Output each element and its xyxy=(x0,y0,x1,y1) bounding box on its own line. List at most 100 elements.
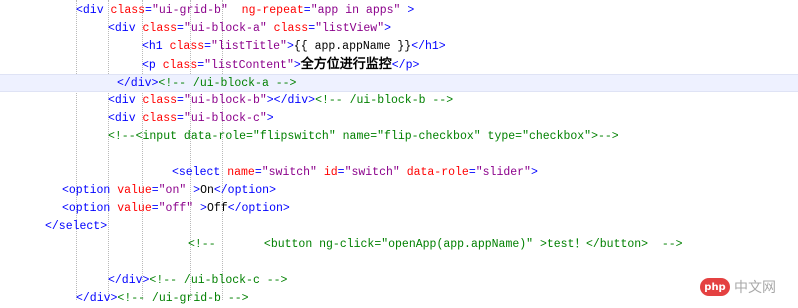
token-tag: = xyxy=(151,184,159,197)
token-attr: name xyxy=(227,166,255,179)
token-attr: class xyxy=(273,22,309,35)
token-attr: class xyxy=(162,59,198,72)
token-cmt: <!-- /ui-block-a --> xyxy=(158,77,297,90)
code-line-4[interactable]: <p class="listContent">全方位进行监控</p> xyxy=(0,56,798,74)
code-line-15[interactable] xyxy=(0,254,798,272)
code-line-16[interactable]: </div><!-- /ui-block-c --> xyxy=(0,272,798,290)
code-line-1[interactable]: <div class="ui-grid-b" ng-repeat="app in… xyxy=(0,2,798,20)
token-tag xyxy=(317,166,324,179)
token-cmt: <!--<input data-role="flipswitch" name="… xyxy=(108,130,619,143)
token-tag: </div> xyxy=(108,274,150,287)
code-text: </div><!-- /ui-block-a --> xyxy=(117,75,296,93)
token-tag: <p xyxy=(142,59,163,72)
token-tag: > xyxy=(193,202,207,215)
token-val: "app in apps" xyxy=(310,4,401,17)
code-line-14[interactable]: <!-- <button ng-click="openApp(app.appNa… xyxy=(0,236,798,254)
token-tag: </h1> xyxy=(411,40,446,53)
token-tag xyxy=(400,166,407,179)
code-line-17[interactable]: </div><!-- /ui-grid-b --> xyxy=(0,290,798,308)
token-tag: </div> xyxy=(117,77,159,90)
token-cmt: <!-- <button ng-click="openApp(app.appNa… xyxy=(188,238,683,251)
token-val: "ui-block-a" xyxy=(183,22,267,35)
token-tag: > xyxy=(286,40,294,53)
token-tag: > xyxy=(384,22,392,35)
token-tag: > xyxy=(186,184,201,197)
code-text: </div><!-- /ui-block-c --> xyxy=(108,272,287,290)
code-line-5-current[interactable]: </div><!-- /ui-block-a --> xyxy=(0,74,798,92)
token-cn: 全方位进行监控 xyxy=(300,57,392,72)
token-tag: </option> xyxy=(213,184,276,197)
token-tag: ></div> xyxy=(266,94,316,107)
token-attr: class xyxy=(142,94,178,107)
token-tag: <option xyxy=(62,202,118,215)
watermark: php 中文网 xyxy=(700,276,792,298)
token-tag: <h1 xyxy=(142,40,170,53)
code-text: <select name="switch" id="switch" data-r… xyxy=(172,164,538,182)
code-line-11[interactable]: <option value="on" >On</option> xyxy=(0,182,798,200)
token-tag: = xyxy=(303,4,311,17)
code-editor[interactable]: <div class="ui-grid-b" ng-repeat="app in… xyxy=(0,0,798,305)
token-attr: class xyxy=(142,112,178,125)
token-cmt: <!-- /ui-grid-b --> xyxy=(117,292,249,305)
token-tag: = xyxy=(204,40,212,53)
token-tag: <div xyxy=(108,94,143,107)
token-val: "slider" xyxy=(475,166,531,179)
token-attr: class xyxy=(110,4,146,17)
code-text: <option value="on" >On</option> xyxy=(62,182,276,200)
watermark-text: 中文网 xyxy=(734,280,776,296)
token-attr: class xyxy=(169,40,205,53)
token-tag: = xyxy=(177,94,184,107)
token-tag: = xyxy=(468,166,476,179)
token-tag: <div xyxy=(108,22,143,35)
token-val: "ui-grid-b" xyxy=(151,4,228,17)
code-text: <option value="off" >Off</option> xyxy=(62,200,290,218)
token-tag: <option xyxy=(62,184,118,197)
code-line-6[interactable]: <div class="ui-block-b"></div><!-- /ui-b… xyxy=(0,92,798,110)
token-tag: > xyxy=(530,166,538,179)
token-attr: id xyxy=(323,166,338,179)
code-text: <div class="ui-block-b"></div><!-- /ui-b… xyxy=(108,92,453,110)
token-attr: data-role xyxy=(406,166,469,179)
token-val: "switch" xyxy=(344,166,400,179)
token-txt: On xyxy=(200,184,214,197)
token-val: "listContent" xyxy=(204,59,294,72)
code-line-13[interactable]: </select> xyxy=(0,218,798,236)
token-tag xyxy=(228,4,242,17)
code-text: <!-- <button ng-click="openApp(app.appNa… xyxy=(188,236,683,254)
token-cmt: <!-- /ui-block-b --> xyxy=(315,94,454,107)
token-tag: = xyxy=(145,4,152,17)
token-tag: > xyxy=(266,112,274,125)
code-line-12[interactable]: <option value="off" >Off</option> xyxy=(0,200,798,218)
token-tag: </p> xyxy=(391,59,420,72)
code-line-8[interactable]: <!--<input data-role="flipswitch" name="… xyxy=(0,128,798,146)
token-tag: </option> xyxy=(227,202,290,215)
code-text: </div><!-- /ui-grid-b --> xyxy=(76,290,249,308)
token-tag: > xyxy=(400,4,415,17)
code-text: <p class="listContent">全方位进行监控</p> xyxy=(142,56,419,75)
token-tag: = xyxy=(337,166,345,179)
code-line-3[interactable]: <h1 class="listTitle">{{ app.appName }}<… xyxy=(0,38,798,56)
token-tag: <div xyxy=(108,112,143,125)
token-attr: ng-repeat xyxy=(241,4,304,17)
token-attr: class xyxy=(142,22,178,35)
token-txt: {{ app.appName }} xyxy=(293,40,412,53)
code-line-10[interactable]: <select name="switch" id="switch" data-r… xyxy=(0,164,798,182)
code-line-2[interactable]: <div class="ui-block-a" class="listView"… xyxy=(0,20,798,38)
code-line-7[interactable]: <div class="ui-block-c"> xyxy=(0,110,798,128)
code-text: <h1 class="listTitle">{{ app.appName }}<… xyxy=(142,38,446,56)
token-attr: value xyxy=(117,202,152,215)
code-text: <!--<input data-role="flipswitch" name="… xyxy=(108,128,619,146)
code-text: <div class="ui-block-c"> xyxy=(108,110,274,128)
code-text: <div class="ui-block-a" class="listView"… xyxy=(108,20,391,38)
token-tag: = xyxy=(254,166,262,179)
token-val: "listTitle" xyxy=(211,40,287,53)
token-txt: Off xyxy=(206,202,228,215)
code-line-9[interactable] xyxy=(0,146,798,164)
token-tag: <select xyxy=(172,166,228,179)
token-attr: value xyxy=(117,184,152,197)
token-val: "off" xyxy=(158,202,194,215)
token-tag: > xyxy=(293,59,301,72)
token-val: "switch" xyxy=(261,166,317,179)
token-tag: = xyxy=(151,202,159,215)
token-tag: <div xyxy=(76,4,111,17)
